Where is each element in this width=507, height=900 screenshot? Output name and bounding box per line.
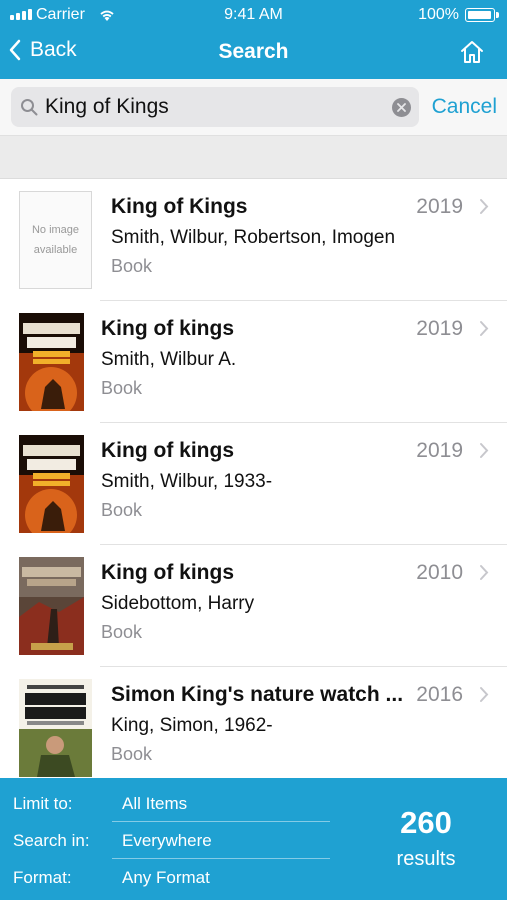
search-in-label: Search in: — [13, 831, 90, 850]
search-icon — [21, 99, 38, 116]
result-title: King of kings — [101, 561, 234, 584]
result-author: Sidebottom, Harry — [101, 593, 255, 614]
result-title: King of Kings — [111, 195, 248, 218]
header: Carrier 9:41 AM 100% Back Search — [0, 0, 507, 79]
chevron-right-icon — [480, 565, 489, 580]
limit-value[interactable]: All Items — [122, 794, 187, 814]
result-row[interactable]: King of kings Sidebottom, Harry Book 201… — [0, 545, 507, 667]
result-count-label: results — [396, 848, 456, 870]
book-cover-image — [19, 557, 84, 655]
search-input[interactable] — [45, 87, 385, 127]
limit-filter[interactable]: Limit to: All Items — [0, 778, 330, 815]
chevron-right-icon — [480, 199, 489, 214]
no-image-placeholder: No image available — [19, 191, 92, 289]
page-title: Search — [218, 40, 289, 63]
format-label: Format: — [13, 868, 72, 887]
search-filters-footer: Limit to: All Items Search in: Everywher… — [0, 778, 507, 900]
result-author: King, Simon, 1962- — [111, 715, 273, 736]
battery-icon — [465, 8, 499, 22]
result-year: 2019 — [416, 317, 463, 340]
result-row[interactable]: King of kings Smith, Wilbur A. Book 2019 — [0, 301, 507, 423]
result-title: Simon King's nature watch ... — [111, 683, 404, 706]
result-type: Book — [101, 622, 143, 642]
battery-percentage: 100% — [418, 6, 459, 23]
result-count: 260 — [400, 805, 452, 840]
chevron-right-icon — [480, 687, 489, 702]
result-title: King of kings — [101, 317, 234, 340]
status-bar: Carrier 9:41 AM 100% — [0, 0, 507, 30]
result-author: Smith, Wilbur, Robertson, Imogen — [111, 227, 396, 248]
result-author: Smith, Wilbur, 1933- — [101, 471, 273, 492]
navigation-bar: Back Search — [0, 30, 507, 79]
search-in-filter[interactable]: Search in: Everywhere — [0, 815, 330, 852]
result-year: 2019 — [416, 195, 463, 218]
result-year: 2019 — [416, 439, 463, 462]
result-type: Book — [111, 744, 153, 764]
result-type: Book — [101, 378, 143, 398]
clear-search-button[interactable] — [392, 98, 411, 117]
cancel-button[interactable]: Cancel — [432, 95, 497, 119]
result-row[interactable]: Simon King's nature watch ... King, Simo… — [0, 667, 507, 778]
result-type: Book — [111, 256, 153, 276]
section-spacer — [0, 136, 507, 179]
result-row[interactable]: No image available King of Kings Smith, … — [0, 179, 507, 301]
result-year: 2010 — [416, 561, 463, 584]
result-year: 2016 — [416, 683, 463, 706]
chevron-right-icon — [480, 321, 489, 336]
search-in-value[interactable]: Everywhere — [122, 831, 212, 851]
search-field[interactable] — [11, 87, 419, 127]
chevron-right-icon — [480, 443, 489, 458]
result-type: Book — [101, 500, 143, 520]
format-value[interactable]: Any Format — [122, 868, 210, 888]
book-cover-image — [19, 435, 84, 533]
result-title: King of kings — [101, 439, 234, 462]
close-icon — [397, 103, 406, 112]
results-list: No image available King of Kings Smith, … — [0, 179, 507, 778]
format-filter[interactable]: Format: Any Format — [0, 852, 330, 889]
book-cover-image — [19, 679, 92, 777]
result-author: Smith, Wilbur A. — [101, 349, 237, 370]
home-icon[interactable] — [459, 39, 485, 65]
limit-label: Limit to: — [13, 794, 73, 813]
result-row[interactable]: King of kings Smith, Wilbur, 1933- Book … — [0, 423, 507, 545]
battery-level — [468, 11, 491, 19]
search-bar: Cancel — [0, 79, 507, 136]
book-cover-image — [19, 313, 84, 411]
